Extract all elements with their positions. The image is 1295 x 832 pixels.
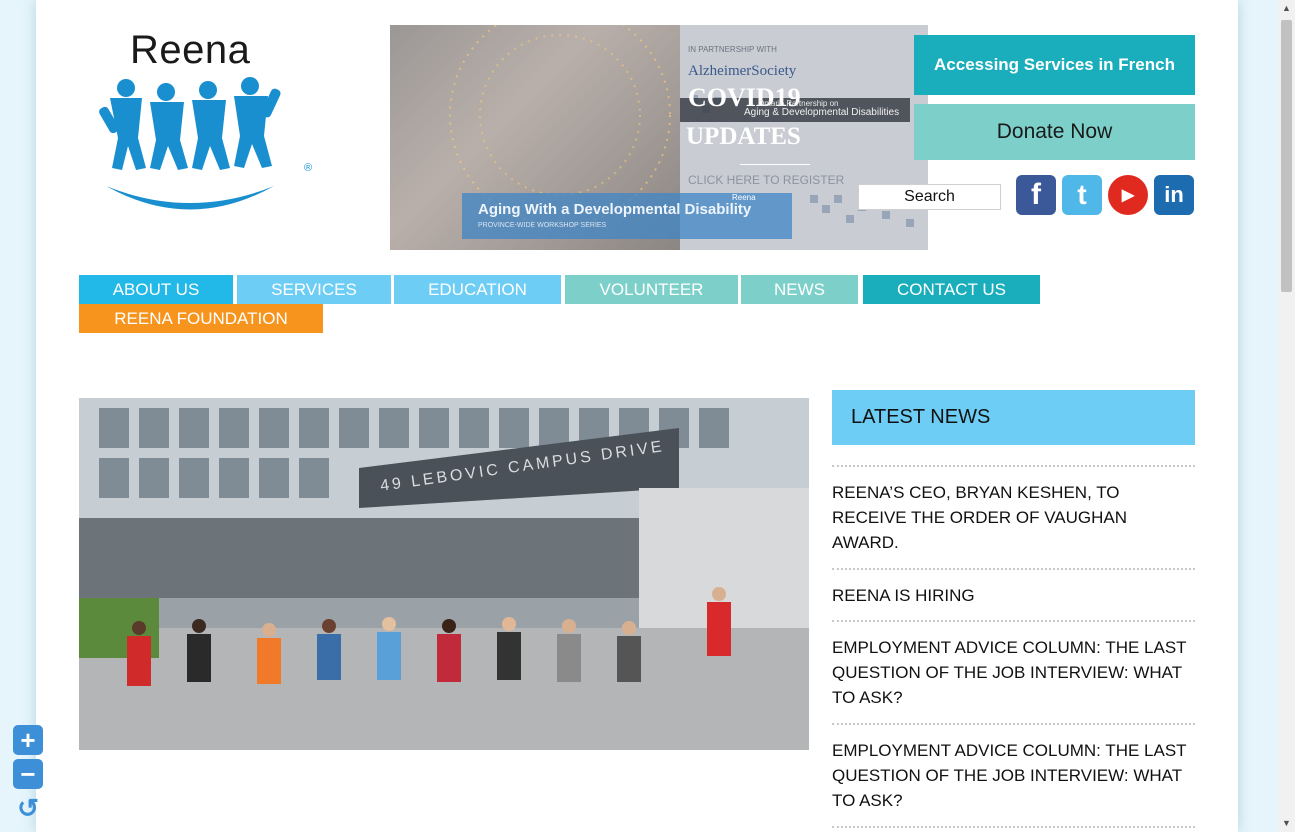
youtube-glyph: ▶ [1121,187,1135,204]
nav-news[interactable]: NEWS [741,275,858,304]
banner-mini-logo: Reena [732,193,756,202]
minus-icon: − [20,759,36,789]
reena-logo[interactable]: Reena ® [98,28,312,218]
news-item-link[interactable]: EMPLOYMENT ADVICE COLUMN: THE LAST QUEST… [832,635,1195,710]
search-input[interactable]: Search [858,184,1001,210]
zoom-out-button[interactable]: − [13,759,43,789]
accessing-services-french-button[interactable]: Accessing Services in French [914,35,1195,95]
banner-workshop-sub: PROVINCE-WIDE WORKSHOP SERIES [478,222,607,229]
twitter-glyph: t [1077,179,1087,210]
covid-banner[interactable]: IN PARTNERSHIP WITH AlzheimerSociety COV… [390,25,928,250]
facebook-glyph: f [1031,178,1041,211]
scroll-thumb[interactable] [1281,20,1292,292]
plus-icon: + [20,725,36,755]
scroll-down-arrow-icon[interactable]: ▼ [1278,815,1295,832]
banner-cta: CLICK HERE TO REGISTER [688,173,845,187]
banner-title-updates: UPDATES [686,123,801,150]
hero-photo [79,398,809,750]
registered-mark: ® [304,162,313,174]
nav-services[interactable]: SERVICES [237,275,391,304]
scroll-up-arrow-icon[interactable]: ▲ [1278,0,1295,17]
facebook-icon[interactable]: f [1016,175,1056,215]
donate-now-button[interactable]: Donate Now [914,104,1195,160]
twitter-icon[interactable]: t [1062,175,1102,215]
nav-volunteer[interactable]: VOLUNTEER [565,275,738,304]
news-separator [832,465,1195,467]
news-separator [832,723,1195,725]
nav-education[interactable]: EDUCATION [394,275,561,304]
banner-divider [740,164,810,165]
latest-news-heading: LATEST NEWS [832,390,1195,445]
youtube-icon[interactable]: ▶ [1108,175,1148,215]
page: Reena ® IN PARTNERSHIP WITH AlzheimerSoc… [36,0,1238,832]
linkedin-icon[interactable]: in [1154,175,1194,215]
news-separator [832,620,1195,622]
linkedin-glyph: in [1164,182,1184,207]
news-item-link[interactable]: REENA’S CEO, BRYAN KESHEN, TO RECEIVE TH… [832,480,1195,555]
banner-partnership: IN PARTNERSHIP WITH [688,45,777,54]
reset-icon: ↺ [17,793,39,823]
nav-contact-us[interactable]: CONTACT US [863,275,1040,304]
hero-image: 49 LEBOVIC CAMPUS DRIVE [79,398,809,750]
zoom-in-button[interactable]: + [13,725,43,755]
banner-partner-line2: Aging & Developmental Disabilities [744,107,900,118]
news-item-link[interactable]: EMPLOYMENT ADVICE COLUMN: THE LAST QUEST… [832,738,1195,813]
logo-figures-icon [99,77,281,210]
banner-alzheimer: AlzheimerSociety [688,63,797,79]
news-separator [832,826,1195,828]
news-separator [832,568,1195,570]
zoom-reset-button[interactable]: ↺ [13,793,43,823]
scrollbar[interactable]: ▲ ▼ [1278,0,1295,832]
nav-about-us[interactable]: ABOUT US [79,275,233,304]
news-item-link[interactable]: REENA IS HIRING [832,583,1195,608]
nav-reena-foundation[interactable]: REENA FOUNDATION [79,304,323,333]
banner-workshop: Aging With a Developmental Disability [478,201,752,218]
